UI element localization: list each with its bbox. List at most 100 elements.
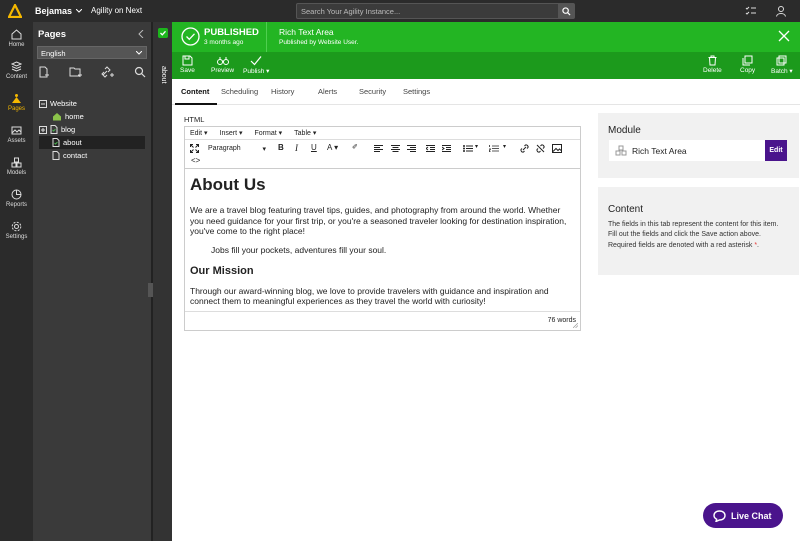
save-button[interactable]: Save bbox=[180, 55, 195, 74]
fullscreen-icon[interactable] bbox=[190, 144, 199, 153]
publish-time: 3 months ago bbox=[204, 39, 244, 46]
tab-security[interactable]: Security bbox=[359, 87, 386, 96]
menu-insert[interactable]: Insert ▾ bbox=[220, 129, 243, 137]
numbered-list-icon[interactable] bbox=[489, 145, 499, 152]
editor-statusbar: 76 words bbox=[185, 311, 580, 330]
page-actions bbox=[38, 66, 146, 78]
save-icon bbox=[182, 55, 193, 66]
align-center-icon[interactable] bbox=[391, 145, 400, 152]
org-switcher[interactable]: Bejamas bbox=[35, 6, 83, 16]
image-icon[interactable] bbox=[552, 144, 562, 153]
nav-models[interactable]: Models bbox=[0, 150, 33, 182]
module-icon bbox=[615, 145, 627, 156]
publish-button[interactable]: Publish ▾ bbox=[243, 55, 269, 75]
home-icon bbox=[11, 28, 22, 39]
link-icon[interactable] bbox=[520, 144, 529, 153]
publish-label: Publish ▾ bbox=[243, 68, 270, 75]
nav-home[interactable]: Home bbox=[0, 22, 33, 54]
italic-icon[interactable]: I bbox=[295, 143, 298, 153]
chevron-down-icon[interactable]: ▾ bbox=[475, 143, 478, 150]
user-icon[interactable] bbox=[775, 5, 787, 17]
tab-scheduling[interactable]: Scheduling bbox=[221, 87, 258, 96]
tree-label-home: home bbox=[65, 112, 84, 121]
block-format-select[interactable]: Paragraph ▾ bbox=[205, 143, 269, 154]
tree-item-about[interactable]: about bbox=[39, 136, 145, 149]
chat-bubble-icon bbox=[713, 509, 726, 522]
bold-icon[interactable]: B bbox=[278, 143, 284, 152]
publish-status-bar: PUBLISHED 3 months ago Rich Text Area Pu… bbox=[172, 22, 800, 52]
collapse-panel-icon[interactable] bbox=[138, 30, 144, 38]
trash-icon bbox=[708, 55, 717, 66]
preview-button[interactable]: Preview bbox=[211, 55, 234, 74]
source-code-icon[interactable]: <> bbox=[191, 156, 200, 165]
nav-label-models: Models bbox=[6, 169, 27, 176]
add-link-icon[interactable] bbox=[101, 66, 115, 78]
field-label-html: HTML bbox=[184, 115, 205, 124]
tab-settings[interactable]: Settings bbox=[403, 87, 430, 96]
page-icon bbox=[52, 151, 60, 160]
tab-history[interactable]: History bbox=[271, 87, 294, 96]
live-chat-button[interactable]: Live Chat bbox=[703, 503, 783, 528]
chevron-down-icon[interactable]: ▾ bbox=[503, 143, 506, 150]
tab-content[interactable]: Content bbox=[181, 87, 209, 96]
collapse-toggle-icon[interactable] bbox=[39, 99, 47, 108]
live-chat-label: Live Chat bbox=[731, 510, 772, 521]
outdent-icon[interactable] bbox=[426, 145, 435, 152]
close-icon[interactable] bbox=[778, 30, 790, 42]
nav-settings[interactable]: Settings bbox=[0, 214, 33, 246]
search-placeholder: Search Your Agility Instance... bbox=[301, 7, 401, 16]
tab-alerts[interactable]: Alerts bbox=[318, 87, 337, 96]
open-item-label: about bbox=[160, 66, 167, 84]
resize-grip-icon[interactable] bbox=[573, 323, 578, 328]
delete-button[interactable]: Delete bbox=[703, 55, 722, 74]
editor-content[interactable]: About Us We are a travel blog featuring … bbox=[185, 169, 580, 312]
open-item-tab[interactable]: about bbox=[153, 22, 172, 541]
delete-label: Delete bbox=[703, 67, 722, 74]
nav-label-pages: Pages bbox=[7, 105, 25, 112]
add-page-icon[interactable] bbox=[38, 66, 50, 78]
org-name: Bejamas bbox=[35, 6, 73, 16]
align-right-icon[interactable] bbox=[407, 145, 416, 152]
edit-module-button[interactable]: Edit bbox=[765, 140, 787, 161]
unlink-icon[interactable] bbox=[536, 144, 545, 153]
pages-panel: Pages English Website home blog about co… bbox=[33, 22, 151, 541]
published-check-icon bbox=[181, 27, 200, 46]
batch-button[interactable]: Batch ▾ bbox=[771, 55, 793, 75]
item-editor: PUBLISHED 3 months ago Rich Text Area Pu… bbox=[172, 22, 800, 541]
bullet-list-icon[interactable] bbox=[463, 145, 473, 152]
instance-name[interactable]: Agility on Next bbox=[91, 6, 142, 15]
search-icon[interactable] bbox=[134, 66, 146, 78]
menu-table[interactable]: Table ▾ bbox=[294, 129, 316, 137]
tree-label-blog: blog bbox=[61, 125, 76, 134]
page-tree: Website home blog about contact bbox=[39, 97, 145, 162]
clear-formatting-icon[interactable]: ✐ bbox=[352, 143, 358, 151]
menu-edit[interactable]: Edit ▾ bbox=[190, 129, 208, 137]
tree-root-website[interactable]: Website bbox=[39, 97, 145, 110]
editor-menubar: Edit ▾ Insert ▾ Format ▾ Table ▾ bbox=[185, 127, 580, 140]
tree-label-website: Website bbox=[50, 99, 77, 108]
underline-icon[interactable]: U bbox=[311, 143, 317, 152]
align-left-icon[interactable] bbox=[374, 145, 383, 152]
word-count: 76 words bbox=[547, 317, 576, 324]
nav-assets[interactable]: Assets bbox=[0, 118, 33, 150]
nav-content[interactable]: Content bbox=[0, 54, 33, 86]
expand-toggle-icon[interactable] bbox=[39, 125, 47, 134]
tree-item-blog[interactable]: blog bbox=[39, 123, 145, 136]
add-folder-icon[interactable] bbox=[69, 66, 83, 78]
copy-button[interactable]: Copy bbox=[740, 55, 755, 74]
search-input[interactable]: Search Your Agility Instance... bbox=[296, 3, 575, 19]
language-select[interactable]: English bbox=[37, 46, 147, 59]
indent-icon[interactable] bbox=[442, 145, 451, 152]
search-button[interactable] bbox=[558, 4, 574, 18]
language-value: English bbox=[41, 49, 66, 58]
tree-item-home[interactable]: home bbox=[39, 110, 145, 123]
menu-format[interactable]: Format ▾ bbox=[255, 129, 283, 137]
agility-logo[interactable] bbox=[8, 4, 22, 18]
tree-item-contact[interactable]: contact bbox=[39, 149, 145, 162]
tasks-icon[interactable] bbox=[745, 5, 757, 17]
text-color-icon[interactable]: A ▾ bbox=[327, 143, 338, 152]
nav-pages[interactable]: Pages bbox=[0, 86, 33, 118]
nav-reports[interactable]: Reports bbox=[0, 182, 33, 214]
page-icon bbox=[50, 125, 58, 134]
publish-state: PUBLISHED bbox=[204, 27, 259, 38]
